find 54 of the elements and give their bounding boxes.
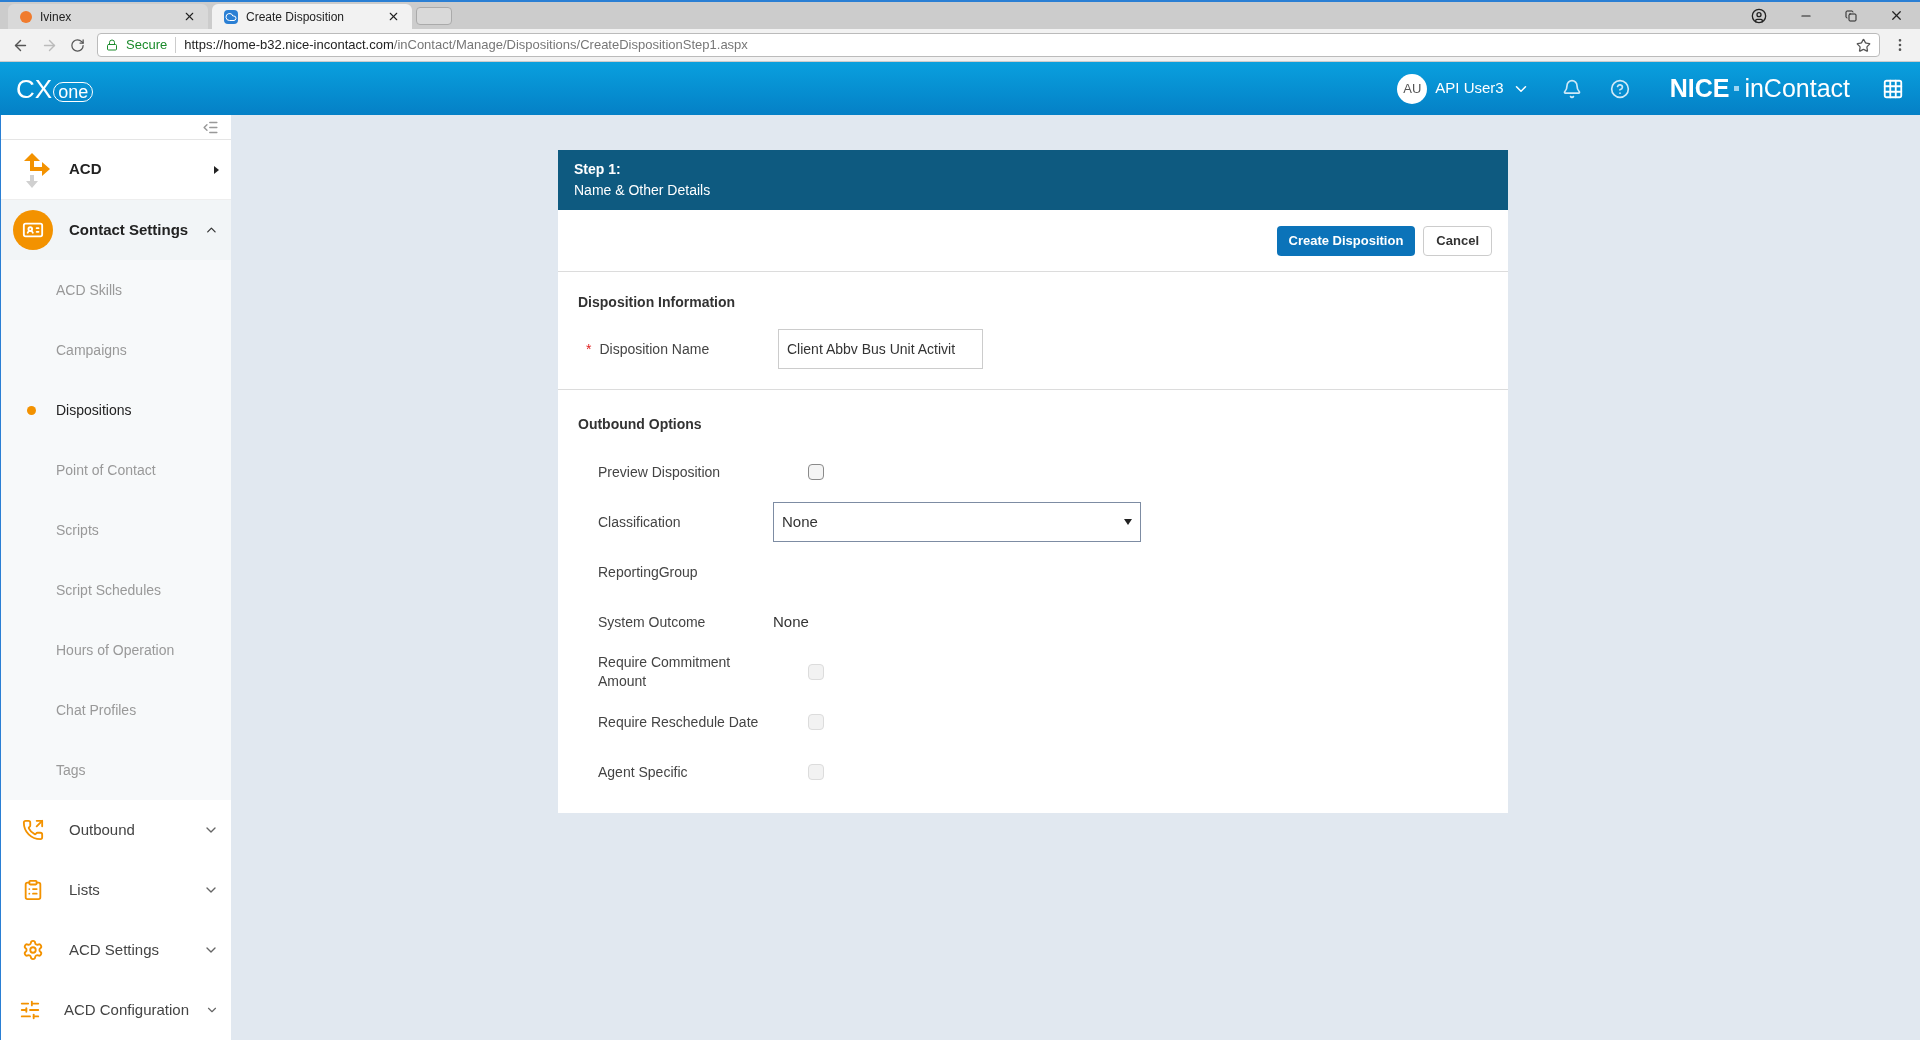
- profile-icon[interactable]: [1751, 7, 1767, 24]
- url-text: https://home-b32.nice-incontact.com/inContact/Manage/Dispositions/CreateDispositionStep1.aspx: [184, 36, 748, 55]
- sidebar-section[interactable]: Lists: [1, 860, 231, 920]
- cancel-button[interactable]: Cancel: [1423, 225, 1492, 256]
- field-label: Preview Disposition: [598, 462, 722, 482]
- user-avatar[interactable]: AU: [1397, 73, 1428, 104]
- address-bar[interactable]: Secure https://home-b32.nice-incontact.com/inContact/Manage/Dispositions/CreateDispositionStep1.aspx: [97, 33, 1880, 57]
- field-label: System Outcome: [598, 612, 707, 632]
- step-number: Step 1:: [574, 160, 622, 179]
- create-button[interactable]: Create Disposition: [1276, 225, 1416, 256]
- caret-right-icon: [214, 165, 219, 174]
- field-label: Classification: [598, 512, 682, 532]
- checkbox[interactable]: [808, 464, 824, 480]
- sidebar-item[interactable]: Dispositions: [1, 380, 231, 440]
- dropdown-arrow-icon: [1124, 519, 1132, 525]
- notifications-icon[interactable]: [1561, 78, 1582, 99]
- browser-tab[interactable]: Ivinex: [8, 4, 208, 29]
- contact-card-icon: [13, 210, 53, 250]
- required-asterisk: *: [586, 339, 592, 359]
- close-icon[interactable]: [387, 10, 400, 23]
- field-label: Disposition Name: [599, 339, 710, 359]
- nice-incontact-logo: NICE inContact: [1669, 72, 1850, 104]
- field-label: Agent Specific: [598, 762, 689, 782]
- sidebar-section[interactable]: Contact Settings: [1, 200, 231, 260]
- disposition-name-input[interactable]: Client Abbv Bus Unit Activit: [778, 329, 983, 369]
- bookmark-star-icon[interactable]: [1856, 37, 1871, 53]
- phone-icon: [22, 819, 44, 841]
- sidebar-section[interactable]: Outbound: [1, 800, 231, 860]
- field-label: Require Commitment Amount: [598, 653, 732, 691]
- close-icon[interactable]: [183, 10, 196, 23]
- field-value: None: [773, 613, 809, 630]
- section-title: Outbound Options: [578, 415, 703, 434]
- user-name[interactable]: API User3: [1435, 77, 1504, 100]
- sliders-icon: [19, 999, 42, 1021]
- restore-icon[interactable]: [1845, 9, 1857, 22]
- cxone-logo: CX one: [16, 75, 94, 102]
- gear-icon: [22, 939, 44, 961]
- section-title: Disposition Information: [578, 293, 737, 312]
- secure-label: Secure: [126, 36, 168, 55]
- field-label: ReportingGroup: [598, 562, 699, 582]
- sidebar-section[interactable]: ACD Settings: [1, 920, 231, 980]
- classification-select[interactable]: None: [773, 502, 1141, 542]
- close-icon[interactable]: [1889, 8, 1904, 23]
- list-icon: [22, 879, 44, 901]
- help-icon[interactable]: [1609, 78, 1630, 99]
- reload-icon[interactable]: [70, 37, 85, 53]
- step-title: Name & Other Details: [574, 181, 712, 200]
- lock-icon: [106, 39, 118, 51]
- browser-tab[interactable]: Create Disposition: [212, 4, 412, 29]
- tab-favicon-icon: [20, 10, 32, 23]
- app-launcher-icon[interactable]: [1882, 77, 1904, 100]
- sidebar-section[interactable]: ACD Configuration: [1, 980, 231, 1040]
- field-label: Require Reschedule Date: [598, 712, 760, 732]
- cloud-icon: [224, 9, 238, 24]
